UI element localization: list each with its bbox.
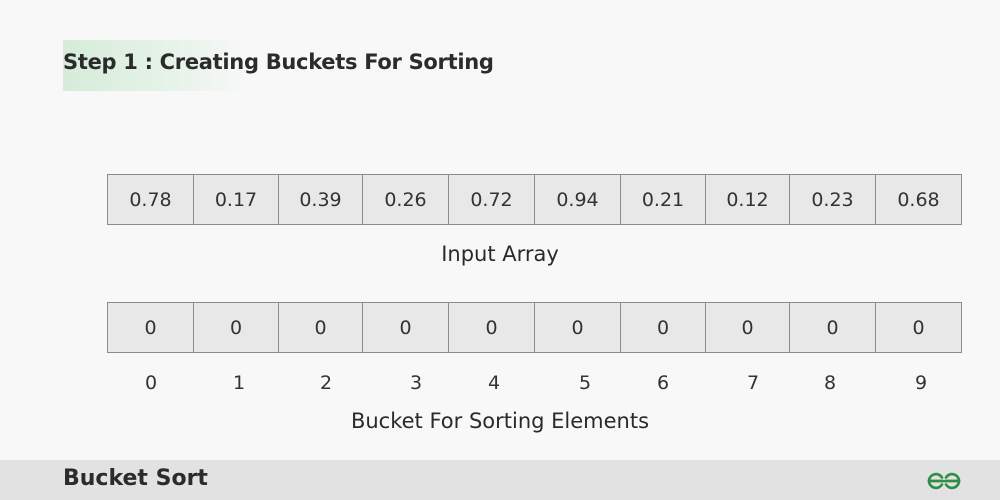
input-array: 0.78 0.17 0.39 0.26 0.72 0.94 0.21 0.12 …	[107, 174, 962, 225]
bucket-index-6: 6	[656, 372, 670, 394]
step-title: Step 1 : Creating Buckets For Sorting	[63, 50, 494, 74]
input-cell-0: 0.78	[108, 175, 194, 224]
input-cell-3: 0.26	[363, 175, 449, 224]
bucket-cell-9: 0	[912, 316, 925, 339]
input-array-caption: Input Array	[441, 242, 559, 266]
input-cell-7: 0.12	[706, 175, 790, 224]
input-cell-2: 0.39	[279, 175, 363, 224]
bucket-index-5: 5	[578, 372, 592, 394]
bucket-cell-7: 0	[706, 303, 790, 352]
input-cell-4: 0.72	[449, 175, 535, 224]
gfg-logo-icon	[927, 472, 961, 490]
bucket-cell-3: 0	[363, 303, 449, 352]
bucket-index-4: 4	[487, 372, 501, 394]
bucket-array-caption: Bucket For Sorting Elements	[350, 409, 650, 433]
bucket-cell-6: 0	[621, 303, 706, 352]
input-cell-1: 0.17	[194, 175, 279, 224]
bucket-array: 0 0 0 0 0 0 0 0 0 0	[107, 302, 962, 353]
bucket-index-3: 3	[409, 372, 423, 394]
footer-title: Bucket Sort	[63, 466, 208, 491]
bucket-cell-2: 0	[279, 303, 363, 352]
input-cell-6: 0.21	[621, 175, 706, 224]
bucket-index-9: 9	[914, 372, 928, 394]
bucket-index-0: 0	[144, 372, 158, 394]
bucket-index-7: 7	[746, 372, 760, 394]
input-cell-5: 0.94	[535, 175, 621, 224]
bucket-cell-0: 0	[108, 303, 194, 352]
input-cell-9: 0.68	[897, 188, 940, 211]
bucket-index-2: 2	[319, 372, 333, 394]
input-cell-8: 0.23	[790, 175, 876, 224]
footer-bar: Bucket Sort	[0, 460, 1000, 500]
bucket-cell-4: 0	[449, 303, 535, 352]
bucket-index-8: 8	[823, 372, 837, 394]
bucket-index-1: 1	[232, 372, 246, 394]
bucket-cell-5: 0	[535, 303, 621, 352]
bucket-cell-1: 0	[194, 303, 279, 352]
bucket-cell-8: 0	[790, 303, 876, 352]
